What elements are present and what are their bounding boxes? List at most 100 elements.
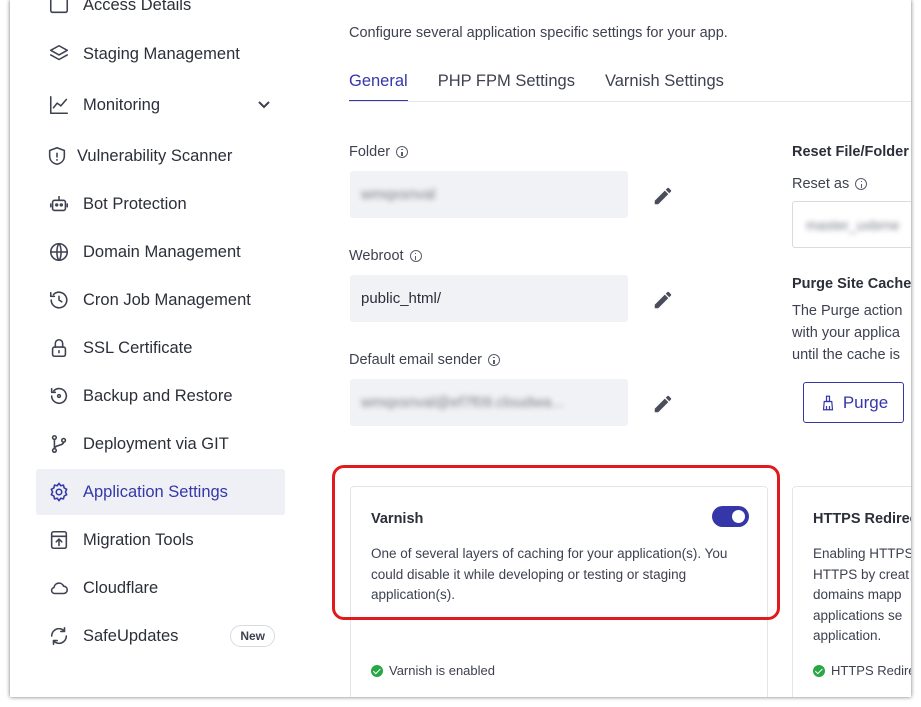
chevron-down-icon[interactable] xyxy=(257,97,271,111)
sidebar-item-vulnerability-scanner[interactable]: Vulnerability Scanner xyxy=(36,133,285,179)
reset-as-value: master_uxbrne xyxy=(806,216,900,233)
access-icon xyxy=(48,0,70,16)
tab-bar: General PHP FPM Settings Varnish Setting… xyxy=(349,72,754,102)
sidebar-item-label: SafeUpdates xyxy=(83,626,179,645)
broom-icon xyxy=(819,394,843,412)
webroot-label: Webroot xyxy=(349,248,422,264)
new-badge: New xyxy=(230,625,275,647)
sidebar-item-safeupdates[interactable]: SafeUpdates New xyxy=(36,613,285,659)
reset-as-label-text: Reset as xyxy=(792,176,850,192)
edit-email-sender-button[interactable] xyxy=(652,393,674,415)
sidebar-item-cloudflare[interactable]: Cloudflare xyxy=(36,565,285,611)
edit-webroot-button[interactable] xyxy=(652,289,674,311)
sidebar-item-label: Migration Tools xyxy=(83,530,194,549)
tab-php-fpm-settings[interactable]: PHP FPM Settings xyxy=(438,72,575,102)
folder-label: Folder xyxy=(349,144,409,160)
info-icon[interactable] xyxy=(855,178,868,190)
https-description: Enabling HTTPS HTTPS by creat domains ma… xyxy=(813,544,911,647)
https-description-line: domains mapp xyxy=(813,587,902,602)
edit-folder-button[interactable] xyxy=(652,185,674,207)
backup-restore-icon xyxy=(48,385,70,407)
sidebar-item-label: Cron Job Management xyxy=(83,290,251,309)
lock-icon xyxy=(48,337,70,359)
pencil-icon xyxy=(652,395,674,419)
folder-label-text: Folder xyxy=(349,144,391,160)
email-sender-value: wmqxsnval@ef7f09.cloudwa... xyxy=(361,394,564,411)
chart-line-icon xyxy=(48,94,70,116)
upload-box-icon xyxy=(48,529,70,551)
https-description-line: applications se xyxy=(813,607,903,623)
purge-button-label: Purge xyxy=(842,392,889,412)
pencil-icon xyxy=(652,291,674,315)
info-icon[interactable] xyxy=(409,250,422,262)
git-branch-icon xyxy=(48,433,70,455)
varnish-card: Varnish One of several layers of caching… xyxy=(350,486,768,697)
sidebar-item-staging-management[interactable]: Staging Management xyxy=(36,31,285,77)
sidebar-item-bot-protection[interactable]: Bot Protection xyxy=(36,181,285,227)
sidebar-item-migration-tools[interactable]: Migration Tools xyxy=(36,517,285,563)
sidebar-item-label: SSL Certificate xyxy=(83,338,193,357)
purge-button[interactable]: Purge xyxy=(803,382,904,423)
refresh-icon xyxy=(48,625,70,647)
cloud-icon xyxy=(48,577,70,599)
sidebar-item-ssl-certificate[interactable]: SSL Certificate xyxy=(36,325,285,371)
reset-as-select[interactable]: master_uxbrne xyxy=(792,201,911,248)
sidebar-item-cron-job-management[interactable]: Cron Job Management xyxy=(36,277,285,323)
varnish-status: Varnish is enabled xyxy=(371,663,495,678)
check-circle-icon xyxy=(371,664,383,677)
email-sender-label-text: Default email sender xyxy=(349,352,482,368)
email-sender-field[interactable]: wmqxsnval@ef7f09.cloudwa... xyxy=(350,379,628,426)
varnish-status-text: Varnish is enabled xyxy=(389,663,495,678)
app-window: Access Details Staging Management Monito… xyxy=(10,0,911,697)
sidebar-item-domain-management[interactable]: Domain Management xyxy=(36,229,285,275)
sidebar-item-monitoring[interactable]: Monitoring xyxy=(36,82,285,128)
sidebar-item-application-settings[interactable]: Application Settings xyxy=(36,469,285,515)
purge-description-line: until the cache is xyxy=(792,347,901,363)
webroot-field[interactable]: public_html/ xyxy=(350,275,628,322)
sidebar-item-deployment-via-git[interactable]: Deployment via GIT xyxy=(36,421,285,467)
sidebar-item-label: Bot Protection xyxy=(83,194,187,213)
https-status-text: HTTPS Redirection xyxy=(831,663,911,678)
sidebar-item-label: Vulnerability Scanner xyxy=(77,146,233,165)
sidebar: Access Details Staging Management Monito… xyxy=(10,0,300,697)
info-icon[interactable] xyxy=(488,354,500,366)
varnish-description: One of several layers of caching for you… xyxy=(371,546,728,602)
tab-general[interactable]: General xyxy=(349,72,408,102)
https-description-line: Enabling HTTPS xyxy=(813,546,911,561)
varnish-title: Varnish xyxy=(371,511,424,527)
page-subtitle: Configure several application specific s… xyxy=(349,25,728,41)
folder-value: wmqxsnval xyxy=(361,186,436,203)
https-description-line: application. xyxy=(813,628,882,643)
purge-cache-title: Purge Site Cache xyxy=(792,276,911,292)
sidebar-item-label: Staging Management xyxy=(83,44,240,63)
www-globe-icon xyxy=(48,241,70,263)
https-description-line: HTTPS by creat xyxy=(813,566,910,582)
sidebar-item-label: Application Settings xyxy=(83,482,228,501)
sidebar-item-label: Access Details xyxy=(83,0,192,14)
check-circle-icon xyxy=(813,664,825,677)
shield-warning-icon xyxy=(46,145,68,167)
purge-description: The Purge action with your applica until… xyxy=(792,300,911,366)
sidebar-item-label: Domain Management xyxy=(83,242,241,261)
main-content: Configure several application specific s… xyxy=(349,0,911,697)
sidebar-item-access-details[interactable]: Access Details xyxy=(36,0,285,28)
tab-divider xyxy=(349,101,911,102)
purge-description-line: The Purge action xyxy=(792,303,903,319)
sidebar-item-backup-and-restore[interactable]: Backup and Restore xyxy=(36,373,285,419)
purge-description-line: with your applica xyxy=(792,325,900,341)
gear-icon xyxy=(48,481,70,503)
https-title: HTTPS Redirection xyxy=(813,511,911,527)
varnish-toggle[interactable] xyxy=(712,506,749,527)
history-clock-icon xyxy=(48,289,70,311)
sidebar-item-label: Deployment via GIT xyxy=(83,434,229,453)
info-icon[interactable] xyxy=(396,146,409,158)
webroot-label-text: Webroot xyxy=(349,248,404,264)
layers-icon xyxy=(48,43,70,65)
pencil-icon xyxy=(652,187,674,211)
sidebar-item-label: Monitoring xyxy=(83,95,161,114)
https-status: HTTPS Redirection xyxy=(813,663,911,678)
reset-permissions-title: Reset File/Folder Permissions xyxy=(792,144,911,160)
tab-varnish-settings[interactable]: Varnish Settings xyxy=(605,72,724,102)
webroot-value: public_html/ xyxy=(361,290,442,307)
folder-field[interactable]: wmqxsnval xyxy=(350,171,628,218)
